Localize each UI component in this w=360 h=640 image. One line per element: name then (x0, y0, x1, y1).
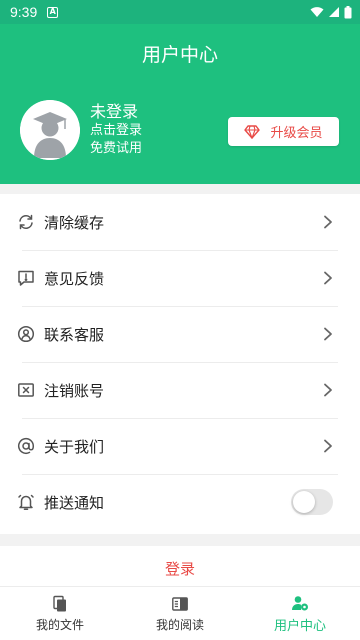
book-icon (172, 596, 188, 611)
battery-icon (344, 5, 352, 18)
vip-button-label: 升级会员 (270, 126, 323, 141)
settings-item-feedback[interactable]: 意见反馈 (0, 250, 360, 306)
status-time: 9:39 (10, 4, 38, 20)
a-notification-icon: A (47, 6, 59, 18)
cancel-account-icon (16, 380, 36, 400)
chevron-right-icon (324, 383, 332, 397)
push-notification-toggle[interactable] (291, 489, 333, 515)
login-button-label: 登录 (164, 559, 195, 578)
settings-item-contact-service[interactable]: 联系客服 (0, 306, 360, 362)
refresh-icon (16, 212, 36, 232)
profile-name: 未登录 (90, 102, 139, 121)
at-icon (16, 436, 36, 456)
settings-item-label: 注销账号 (44, 381, 105, 400)
settings-item-clear-cache[interactable]: 清除缓存 (0, 194, 360, 250)
diamond-icon (244, 124, 261, 139)
page-title: 用户中心 (141, 44, 218, 66)
settings-item-label: 关于我们 (44, 437, 105, 456)
toggle-knob (293, 491, 315, 513)
settings-item-push-notification: 推送通知 (0, 474, 360, 530)
status-icons (310, 5, 352, 19)
wifi-icon (310, 7, 324, 17)
chevron-right-icon (324, 271, 332, 285)
user-header: 用户中心 未登录 点击登录 免费试用 升级会员 (0, 24, 360, 184)
graduate-avatar-icon (20, 100, 80, 160)
nav-label: 我的阅读 (155, 617, 204, 632)
chevron-right-icon (324, 215, 332, 229)
settings-item-label: 意见反馈 (44, 269, 105, 288)
bell-icon (16, 492, 36, 512)
login-prompt: 点击登录 (90, 123, 143, 138)
trial-text: 免费试用 (90, 141, 143, 156)
chevron-right-icon (324, 327, 332, 341)
customer-service-icon (16, 324, 36, 344)
settings-item-label: 推送通知 (44, 493, 105, 512)
settings-item-cancel-account[interactable]: 注销账号 (0, 362, 360, 418)
feedback-icon (16, 268, 36, 288)
file-icon (53, 595, 66, 611)
settings-item-label: 联系客服 (44, 325, 105, 344)
settings-item-about-us[interactable]: 关于我们 (0, 418, 360, 474)
bottom-nav: 我的文件 我的阅读 用户中心 (0, 586, 360, 640)
upgrade-vip-button[interactable]: 升级会员 (228, 117, 339, 146)
user-settings-icon (292, 595, 308, 610)
nav-item-my-reading[interactable]: 我的阅读 (120, 587, 240, 640)
profile-info[interactable]: 未登录 点击登录 免费试用 (90, 102, 142, 158)
status-bar: 9:39 A (0, 0, 360, 24)
login-button[interactable]: 登录 (0, 546, 360, 590)
settings-list: 清除缓存 意见反馈 联系客服 注销账号 关于我们 推送通知 (0, 194, 360, 534)
avatar[interactable] (20, 100, 80, 160)
nav-label: 我的文件 (35, 617, 84, 632)
nav-item-my-files[interactable]: 我的文件 (0, 587, 120, 640)
settings-item-label: 清除缓存 (44, 213, 105, 232)
chevron-right-icon (324, 439, 332, 453)
signal-icon (329, 7, 339, 17)
nav-item-user-center[interactable]: 用户中心 (240, 587, 360, 640)
nav-label: 用户中心 (273, 618, 326, 634)
